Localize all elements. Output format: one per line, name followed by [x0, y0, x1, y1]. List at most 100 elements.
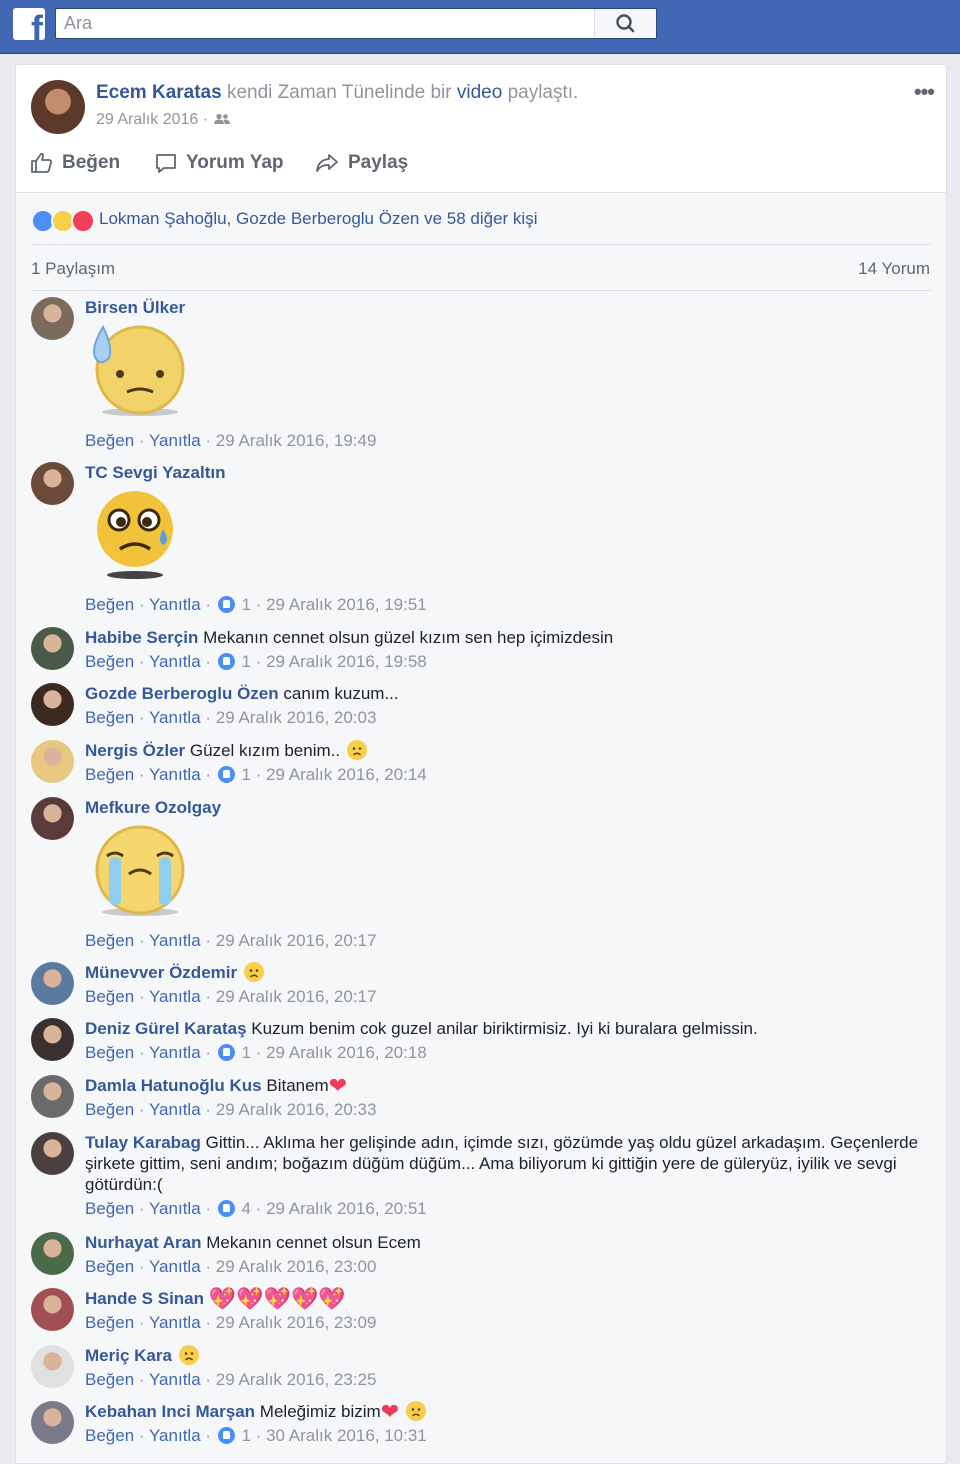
commenter-avatar[interactable]: [31, 1132, 74, 1175]
comment-reply-link[interactable]: Yanıtla: [149, 931, 201, 950]
commenter-avatar[interactable]: [31, 297, 74, 340]
comment-like-link[interactable]: Beğen: [85, 765, 134, 784]
like-count[interactable]: 1: [242, 595, 251, 614]
comment-like-link[interactable]: Beğen: [85, 595, 134, 614]
like-count[interactable]: 1: [242, 652, 251, 671]
share-button[interactable]: Paylaş: [314, 151, 408, 175]
comments-count[interactable]: 14 Yorum: [858, 259, 930, 279]
like-count[interactable]: 1: [242, 1043, 251, 1062]
comment-button[interactable]: Yorum Yap: [154, 151, 284, 175]
comment-like-link[interactable]: Beğen: [85, 1100, 134, 1119]
crying-face-sticker: [85, 822, 195, 922]
comment-timestamp[interactable]: 30 Aralık 2016, 10:31: [266, 1426, 427, 1445]
comment-timestamp[interactable]: 29 Aralık 2016, 20:14: [266, 765, 427, 784]
commenter-name[interactable]: TC Sevgi Yazaltın: [85, 463, 225, 482]
commenter-avatar[interactable]: [31, 1401, 74, 1444]
comment-like-link[interactable]: Beğen: [85, 1043, 134, 1062]
comment-timestamp[interactable]: 29 Aralık 2016, 20:18: [266, 1043, 427, 1062]
comment-timestamp[interactable]: 29 Aralık 2016, 23:09: [216, 1313, 377, 1332]
comment-reply-link[interactable]: Yanıtla: [149, 708, 201, 727]
comment-reply-link[interactable]: Yanıtla: [149, 595, 201, 614]
comment-reply-link[interactable]: Yanıtla: [149, 1257, 201, 1276]
commenter-name[interactable]: Deniz Gürel Karataş: [85, 1019, 247, 1038]
comment-reply-link[interactable]: Yanıtla: [149, 1100, 201, 1119]
commenter-avatar[interactable]: [31, 1232, 74, 1275]
comment-timestamp[interactable]: 29 Aralık 2016, 19:58: [266, 652, 427, 671]
comment-timestamp[interactable]: 29 Aralık 2016, 20:51: [266, 1199, 427, 1218]
commenter-avatar[interactable]: [31, 1288, 74, 1331]
action-prefix: kendi Zaman Tünelinde bir: [221, 82, 457, 103]
commenter-avatar[interactable]: [31, 962, 74, 1005]
post-date[interactable]: 29 Aralık 2016 ·: [96, 111, 213, 128]
comment-timestamp[interactable]: 29 Aralık 2016, 19:51: [266, 595, 427, 614]
commenter-avatar[interactable]: [31, 683, 74, 726]
facebook-logo-icon[interactable]: f: [13, 8, 45, 40]
commenter-name[interactable]: Damla Hatunoğlu Kus: [85, 1076, 262, 1095]
comment-like-link[interactable]: Beğen: [85, 1257, 134, 1276]
commenter-name[interactable]: Münevver Özdemir: [85, 963, 237, 982]
like-count[interactable]: 4: [242, 1199, 251, 1218]
commenter-name[interactable]: Kebahan Inci Marşan: [85, 1402, 255, 1421]
author-name[interactable]: Ecem Karatas: [96, 82, 222, 103]
commenter-avatar[interactable]: [31, 1018, 74, 1061]
comment-timestamp[interactable]: 29 Aralık 2016, 20:33: [216, 1100, 377, 1119]
comment-timestamp[interactable]: 29 Aralık 2016, 20:17: [216, 931, 377, 950]
comment-like-link[interactable]: Beğen: [85, 1199, 134, 1218]
video-link[interactable]: video: [457, 82, 502, 103]
commenter-name[interactable]: Gozde Berberoglu Özen: [85, 684, 279, 703]
commenter-name[interactable]: Nergis Özler: [85, 741, 185, 760]
comment-reply-link[interactable]: Yanıtla: [149, 1043, 201, 1062]
comment-text: Meleğimiz bizim: [259, 1402, 381, 1421]
commenter-name[interactable]: Tulay Karabag: [85, 1133, 201, 1152]
comment-like-link[interactable]: Beğen: [85, 1426, 134, 1445]
commenter-avatar[interactable]: [31, 1345, 74, 1388]
comment-reply-link[interactable]: Yanıtla: [149, 987, 201, 1006]
comment-reply-link[interactable]: Yanıtla: [149, 1199, 201, 1218]
comment-timestamp[interactable]: 29 Aralık 2016, 20:03: [216, 708, 377, 727]
comment-body: Münevver Özdemir Beğen · Yanıtla · 29 Ar…: [85, 962, 931, 1007]
commenter-name[interactable]: Meriç Kara: [85, 1346, 172, 1365]
comment-like-link[interactable]: Beğen: [85, 1370, 134, 1389]
comment-like-link[interactable]: Beğen: [85, 931, 134, 950]
comment-reply-link[interactable]: Yanıtla: [149, 1370, 201, 1389]
comment-reply-link[interactable]: Yanıtla: [149, 652, 201, 671]
comment-text: Güzel kızım benim..: [189, 741, 341, 760]
shares-count[interactable]: 1 Paylaşım: [31, 259, 115, 279]
commenter-avatar[interactable]: [31, 627, 74, 670]
commenter-name[interactable]: Nurhayat Aran: [85, 1233, 202, 1252]
comment-reply-link[interactable]: Yanıtla: [149, 765, 201, 784]
commenter-name[interactable]: Hande S Sinan: [85, 1289, 204, 1308]
comment-timestamp[interactable]: 29 Aralık 2016, 19:49: [216, 431, 377, 450]
commenter-name[interactable]: Birsen Ülker: [85, 298, 185, 317]
comment-reply-link[interactable]: Yanıtla: [149, 1426, 201, 1445]
like-count[interactable]: 1: [242, 765, 251, 784]
comment-reply-link[interactable]: Yanıtla: [149, 431, 201, 450]
like-count[interactable]: 1: [242, 1426, 251, 1445]
comment-timestamp[interactable]: 29 Aralık 2016, 23:00: [216, 1257, 377, 1276]
friends-icon[interactable]: [213, 113, 231, 125]
commenter-name[interactable]: Mefkure Ozolgay: [85, 798, 221, 817]
commenter-name[interactable]: Habibe Serçin: [85, 628, 198, 647]
commenter-avatar[interactable]: [31, 1075, 74, 1118]
commenter-avatar[interactable]: [31, 797, 74, 840]
comment-timestamp[interactable]: 29 Aralık 2016, 23:25: [216, 1370, 377, 1389]
commenter-avatar[interactable]: [31, 462, 74, 505]
search-input[interactable]: [56, 9, 596, 38]
more-options-icon[interactable]: •••: [914, 81, 935, 103]
reactions-text[interactable]: Lokman Şahoğlu, Gozde Berberoglu Özen ve…: [99, 209, 537, 229]
reactions-summary[interactable]: Lokman Şahoğlu, Gozde Berberoglu Özen ve…: [31, 205, 931, 233]
comment-like-link[interactable]: Beğen: [85, 1313, 134, 1332]
author-avatar[interactable]: [31, 80, 85, 134]
comment-like-link[interactable]: Beğen: [85, 431, 134, 450]
comment-reply-link[interactable]: Yanıtla: [149, 1313, 201, 1332]
search-button[interactable]: [594, 9, 656, 38]
like-count-icon: [217, 1200, 235, 1217]
comment-timestamp[interactable]: 29 Aralık 2016, 20:17: [216, 987, 377, 1006]
commenter-avatar[interactable]: [31, 740, 74, 783]
comment-like-link[interactable]: Beğen: [85, 987, 134, 1006]
like-button[interactable]: Beğen: [30, 151, 120, 175]
heart-emoji-icon: ❤: [380, 1399, 400, 1424]
comment-like-link[interactable]: Beğen: [85, 708, 134, 727]
comment-like-link[interactable]: Beğen: [85, 652, 134, 671]
like-count-icon: [217, 596, 235, 613]
